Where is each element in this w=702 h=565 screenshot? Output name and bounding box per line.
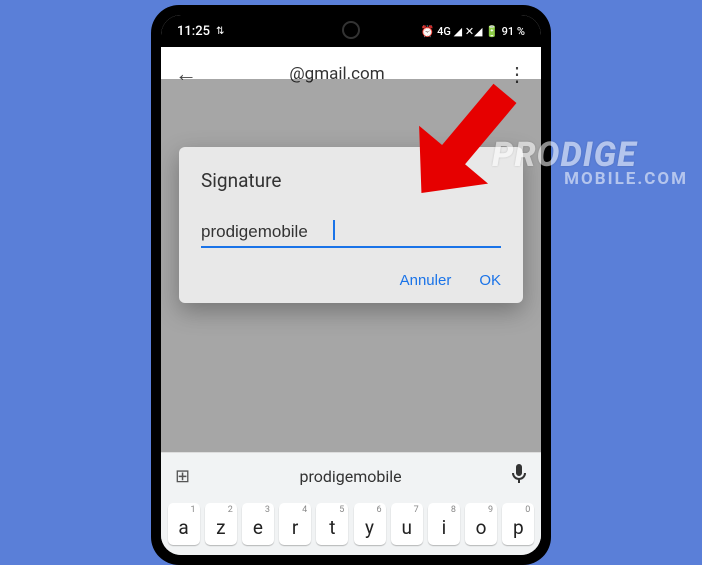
key-a[interactable]: 1a — [168, 503, 200, 545]
text-cursor — [333, 220, 335, 240]
ok-button[interactable]: OK — [479, 272, 501, 289]
key-t[interactable]: 5t — [316, 503, 348, 545]
key-label: o — [476, 516, 487, 539]
key-superscript: 2 — [228, 505, 233, 515]
soft-keyboard[interactable]: ⊞ prodigemobile 1a2z3e4r5t6y7u8i9o0p — [161, 452, 541, 555]
dialog-actions: Annuler OK — [201, 272, 501, 289]
key-superscript: 7 — [414, 505, 419, 515]
key-label: z — [216, 516, 225, 539]
key-y[interactable]: 6y — [354, 503, 386, 545]
suggestion-text[interactable]: prodigemobile — [202, 467, 499, 486]
key-label: p — [513, 516, 524, 539]
key-superscript: 5 — [339, 505, 344, 515]
status-time: 11:25 — [177, 24, 210, 39]
app-content: ← @gmail.com ⋮ G C A Type de réponse par… — [161, 47, 541, 555]
status-indicators: ⏰ 4G ◢ ✕◢ 🔋 91 % — [421, 25, 525, 38]
key-z[interactable]: 2z — [205, 503, 237, 545]
mic-icon[interactable] — [511, 464, 527, 489]
signature-input[interactable] — [201, 218, 501, 248]
key-superscript: 9 — [488, 505, 493, 515]
phone-frame: 11:25 ⇅ ⏰ 4G ◢ ✕◢ 🔋 91 % ← @gmail.com ⋮ … — [151, 5, 551, 565]
key-superscript: 1 — [191, 505, 196, 515]
grid-icon[interactable]: ⊞ — [175, 466, 190, 487]
key-superscript: 4 — [302, 505, 307, 515]
key-u[interactable]: 7u — [391, 503, 423, 545]
status-small-icon: ⇅ — [216, 26, 224, 37]
key-r[interactable]: 4r — [279, 503, 311, 545]
key-o[interactable]: 9o — [465, 503, 497, 545]
suggestion-bar: ⊞ prodigemobile — [161, 453, 541, 499]
key-label: i — [442, 516, 447, 539]
key-superscript: 3 — [265, 505, 270, 515]
signature-dialog: Signature Annuler OK — [179, 147, 523, 303]
key-label: t — [329, 516, 335, 539]
key-label: r — [292, 516, 298, 539]
cancel-button[interactable]: Annuler — [400, 272, 452, 289]
key-superscript: 6 — [376, 505, 381, 515]
key-superscript: 8 — [451, 505, 456, 515]
dialog-title: Signature — [201, 169, 501, 192]
key-label: e — [253, 516, 263, 539]
key-label: a — [178, 516, 188, 539]
signature-input-wrap[interactable] — [201, 218, 501, 248]
front-camera — [342, 21, 360, 39]
key-i[interactable]: 8i — [428, 503, 460, 545]
key-label: u — [401, 516, 411, 539]
key-e[interactable]: 3e — [242, 503, 274, 545]
key-p[interactable]: 0p — [502, 503, 534, 545]
screen: 11:25 ⇅ ⏰ 4G ◢ ✕◢ 🔋 91 % ← @gmail.com ⋮ … — [161, 15, 541, 555]
keyboard-row-1: 1a2z3e4r5t6y7u8i9o0p — [161, 499, 541, 555]
key-label: y — [365, 516, 374, 539]
key-superscript: 0 — [525, 505, 530, 515]
